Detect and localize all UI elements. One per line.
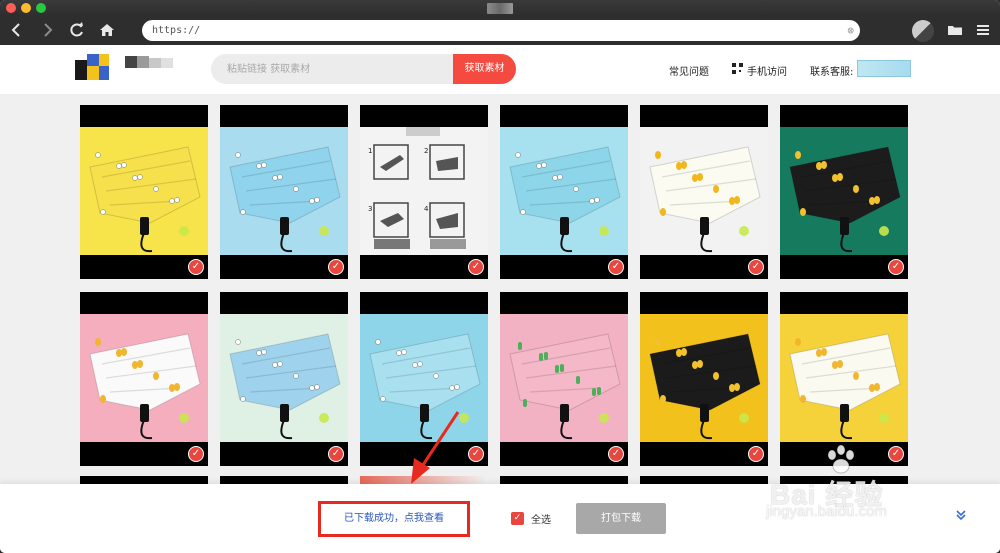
product-image: [640, 127, 768, 255]
double-chevron-down-icon[interactable]: [955, 509, 967, 522]
hamburger-menu-icon: [977, 25, 989, 35]
product-card[interactable]: ✓: [360, 292, 488, 466]
site-logo[interactable]: [75, 54, 115, 80]
search-bar: 获取素材: [211, 54, 516, 84]
support-avatar[interactable]: [857, 60, 911, 77]
site-brand: [125, 56, 175, 80]
browser-toolbar: https:// ⊗: [0, 16, 1000, 45]
row-peek: [780, 476, 908, 484]
site-header: 获取素材 常见问题 手机访问 联系客服:: [0, 45, 1000, 94]
browser-window: https:// ⊗ 获取素材 常见问题: [0, 0, 1000, 553]
product-card[interactable]: ✓: [780, 105, 908, 279]
product-card[interactable]: ✓: [80, 292, 208, 466]
svg-text:2: 2: [424, 147, 428, 155]
selected-check-icon[interactable]: ✓: [888, 446, 904, 462]
qr-code-icon: [732, 63, 743, 74]
selected-check-icon[interactable]: ✓: [188, 259, 204, 275]
download-success-link[interactable]: 已下载成功，点我查看: [318, 501, 470, 537]
row-peek: [80, 476, 208, 484]
forward-button[interactable]: [36, 19, 58, 41]
product-image: 1 2 3 4: [360, 127, 488, 255]
close-window-button[interactable]: [6, 3, 16, 13]
x-icon[interactable]: ⊗: [847, 20, 854, 41]
nav-faq[interactable]: 常见问题: [669, 63, 709, 78]
nav-mobile[interactable]: 手机访问: [747, 63, 787, 78]
product-image: [220, 127, 348, 255]
reload-button[interactable]: [66, 19, 88, 41]
chevron-right-icon: [44, 23, 53, 37]
selected-check-icon[interactable]: ✓: [188, 446, 204, 462]
selected-check-icon[interactable]: ✓: [748, 446, 764, 462]
product-card[interactable]: 1 2 3 4 ✓: [360, 105, 488, 279]
product-image: [780, 127, 908, 255]
product-card[interactable]: ✓: [80, 105, 208, 279]
selected-check-icon[interactable]: ✓: [328, 259, 344, 275]
svg-text:1: 1: [368, 147, 372, 155]
product-card[interactable]: ✓: [220, 292, 348, 466]
selected-check-icon[interactable]: ✓: [468, 259, 484, 275]
folder-button[interactable]: [944, 19, 966, 41]
select-all-checkbox[interactable]: ✓: [511, 512, 524, 525]
profile-avatar[interactable]: [912, 20, 934, 42]
product-card[interactable]: ✓: [500, 105, 628, 279]
svg-text:4: 4: [424, 205, 429, 213]
folder-icon: [948, 26, 962, 35]
selected-check-icon[interactable]: ✓: [608, 259, 624, 275]
chevron-left-icon: [11, 23, 20, 37]
product-image: [780, 314, 908, 442]
title-bar: [0, 0, 1000, 16]
product-card[interactable]: ✓: [220, 105, 348, 279]
row-peek: [500, 476, 628, 484]
product-image: [640, 314, 768, 442]
product-card[interactable]: ✓: [780, 292, 908, 466]
row-peek: [220, 476, 348, 484]
product-card[interactable]: ✓: [640, 292, 768, 466]
pack-download-button[interactable]: 打包下载: [576, 503, 666, 534]
product-card[interactable]: ✓: [640, 105, 768, 279]
selected-check-icon[interactable]: ✓: [468, 446, 484, 462]
download-bar: 已下载成功，点我查看 ✓ 全选 打包下载: [0, 484, 1000, 553]
product-image: [500, 127, 628, 255]
home-icon: [100, 24, 114, 36]
product-image: [80, 127, 208, 255]
selected-check-icon[interactable]: ✓: [748, 259, 764, 275]
window-title-icon: [487, 3, 513, 14]
product-image: [360, 314, 488, 442]
menu-button[interactable]: [972, 19, 994, 41]
url-text: https://: [152, 25, 201, 36]
minimize-window-button[interactable]: [21, 3, 31, 13]
row-peek: [640, 476, 768, 484]
back-button[interactable]: [6, 19, 28, 41]
home-button[interactable]: [96, 19, 118, 41]
link-input[interactable]: [227, 61, 447, 77]
product-image: [80, 314, 208, 442]
product-image: [220, 314, 348, 442]
select-all-label[interactable]: 全选: [531, 511, 551, 526]
selected-check-icon[interactable]: ✓: [328, 446, 344, 462]
address-bar[interactable]: https:// ⊗: [142, 20, 860, 41]
svg-text:3: 3: [368, 205, 372, 213]
selected-check-icon[interactable]: ✓: [608, 446, 624, 462]
product-image: [500, 314, 628, 442]
selected-check-icon[interactable]: ✓: [888, 259, 904, 275]
product-card[interactable]: ✓: [500, 292, 628, 466]
zoom-window-button[interactable]: [36, 3, 46, 13]
reload-icon: [70, 22, 83, 37]
fetch-material-button[interactable]: 获取素材: [453, 54, 516, 84]
row-peek: [360, 476, 488, 484]
support-label: 联系客服:: [810, 67, 854, 78]
